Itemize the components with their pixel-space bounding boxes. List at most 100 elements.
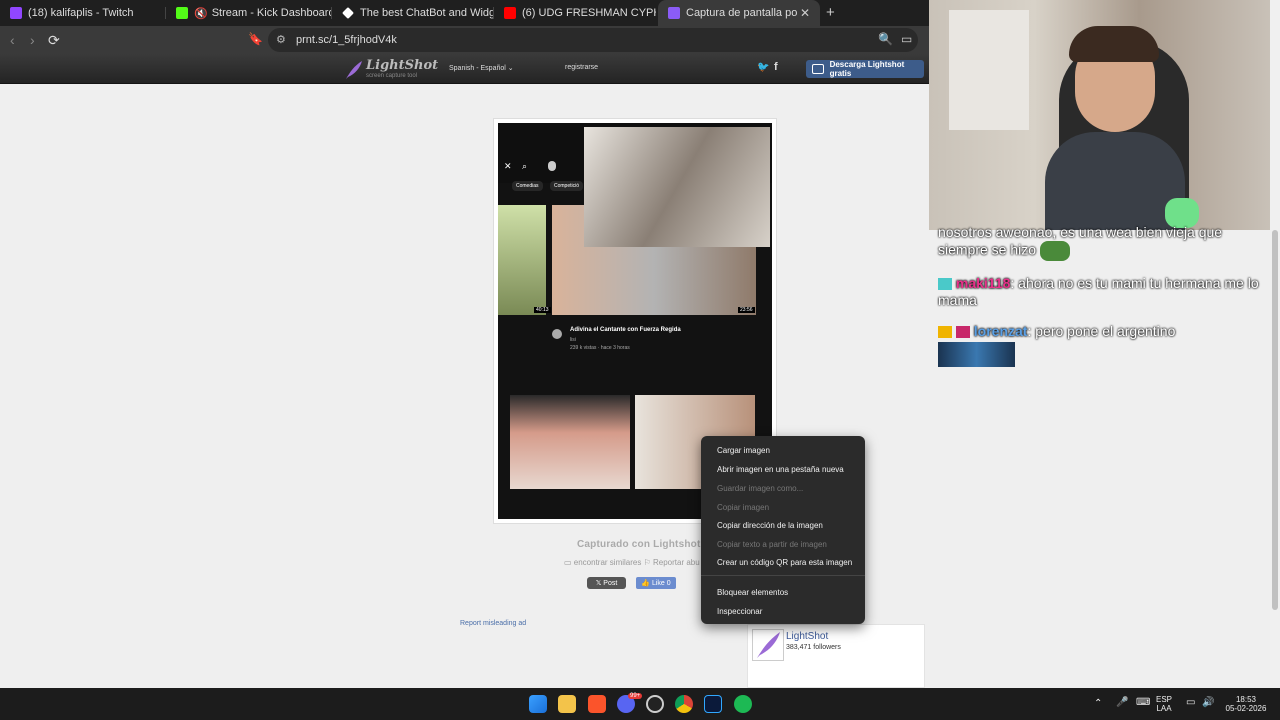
tab-label: Captura de pantalla por Lightsh bbox=[686, 7, 798, 19]
zoom-icon[interactable]: 🔍 bbox=[878, 32, 893, 46]
menu-divider bbox=[701, 575, 865, 576]
brand-tagline: screen capture tool bbox=[366, 73, 418, 79]
youtube-icon bbox=[504, 7, 516, 19]
clock[interactable]: 18:53 05-02-2026 bbox=[1222, 695, 1270, 713]
lightshot-logo[interactable]: LightShot screen capture tool bbox=[344, 58, 438, 82]
crown-badge-icon bbox=[938, 326, 952, 339]
download-lightshot-button[interactable]: Descarga Lightshot gratis bbox=[806, 60, 924, 78]
chrome-icon[interactable] bbox=[675, 695, 693, 713]
keyboard-icon[interactable]: ⌨ bbox=[1136, 697, 1150, 708]
tab-label: The best ChatBot and Widgets for Ki bbox=[360, 7, 494, 19]
close-tab-icon[interactable]: ✕ bbox=[800, 6, 810, 20]
tab-label: (6) UDG FRESHMAN CYPHER 2026 - bbox=[522, 7, 656, 19]
menu-block-elements[interactable]: Bloquear elementos bbox=[717, 588, 788, 597]
bookmark-icon[interactable]: 🔖 bbox=[248, 32, 263, 46]
scrollbar-thumb[interactable] bbox=[1272, 230, 1278, 610]
feather-icon bbox=[668, 7, 680, 19]
reload-icon[interactable]: ⟳ bbox=[48, 32, 60, 49]
streamer-hair bbox=[1069, 26, 1159, 62]
language-indicator[interactable]: ESP LAA bbox=[1156, 695, 1172, 713]
fb-like-button[interactable]: 👍 Like 0 bbox=[636, 577, 676, 589]
windows-taskbar: 99+ ⌃ 🎤 ⌨ ESP LAA ▭ 🔊 18:53 05-02-2026 bbox=[0, 688, 1280, 720]
forward-icon[interactable]: › bbox=[30, 32, 35, 48]
photoshop-icon[interactable] bbox=[704, 695, 722, 713]
context-menu: Cargar imagen Abrir imagen en una pestañ… bbox=[701, 436, 865, 624]
notification-badge: 99+ bbox=[628, 693, 643, 699]
chat-message: lorenzat: pero pone el argentino bbox=[938, 323, 1268, 340]
tab-twitch[interactable]: (18) kalifaplis - Twitch bbox=[0, 0, 166, 26]
captured-with-text: Capturado con Lightshot bbox=[577, 539, 701, 550]
volume-icon[interactable]: 🔊 bbox=[1202, 697, 1214, 708]
kick-icon bbox=[176, 7, 188, 19]
menu-load-image[interactable]: Cargar imagen bbox=[717, 446, 770, 455]
back-icon[interactable]: ‹ bbox=[10, 32, 15, 48]
site-info-icon[interactable]: ⚙ bbox=[276, 33, 286, 46]
fb-followers: 383,471 followers bbox=[786, 644, 841, 651]
windows-start-icon[interactable] bbox=[529, 695, 547, 713]
image-links[interactable]: ▭ encontrar similares ⚐ Reportar abu bbox=[564, 558, 700, 567]
menu-create-qr-code[interactable]: Crear un código QR para esta imagen bbox=[717, 558, 852, 567]
chat-emote-image bbox=[938, 342, 1015, 367]
brave-browser-icon[interactable] bbox=[588, 695, 606, 713]
menu-copy-image-address[interactable]: Copiar dirección de la imagen bbox=[717, 521, 823, 530]
search-icon: ⌕ bbox=[522, 161, 528, 171]
menu-open-image-new-tab[interactable]: Abrir imagen en una pestaña nueva bbox=[717, 465, 844, 474]
file-explorer-icon[interactable] bbox=[558, 695, 576, 713]
tab-youtube[interactable]: (6) UDG FRESHMAN CYPHER 2026 - bbox=[494, 0, 656, 26]
facebook-page-widget[interactable]: LightShot 383,471 followers bbox=[747, 624, 925, 688]
mic-icon bbox=[548, 161, 556, 171]
chat-message: nosotros aweonao, es una wea bien vieja … bbox=[938, 224, 1238, 261]
tab-kick[interactable]: 🔇 Stream - Kick Dashboard bbox=[166, 0, 332, 26]
address-bar[interactable]: ⚙ prnt.sc/1_5frjhodV4k bbox=[268, 28, 918, 52]
register-link[interactable]: registrarse bbox=[565, 64, 598, 71]
new-tab-button[interactable]: + bbox=[826, 4, 835, 21]
subscriber-badge-icon bbox=[955, 326, 970, 339]
report-ad-link[interactable]: Report misleading ad bbox=[460, 620, 526, 627]
fb-page-name[interactable]: LightShot bbox=[786, 631, 828, 642]
diamond-icon bbox=[342, 7, 354, 19]
video-channel: lisi bbox=[570, 337, 576, 343]
chat-badge-icon bbox=[938, 278, 952, 291]
webcam-overlay bbox=[929, 0, 1280, 230]
tab-lightshot[interactable]: Captura de pantalla por Lightsh ✕ bbox=[658, 0, 820, 26]
video-title: Adivina el Cantante con Fuerza Regida bbox=[570, 327, 681, 333]
close-icon: ✕ bbox=[504, 161, 512, 171]
mute-icon: 🔇 bbox=[194, 7, 208, 20]
tray-chevron-icon[interactable]: ⌃ bbox=[1094, 698, 1102, 709]
streamer-hoodie bbox=[1045, 132, 1185, 230]
facebook-icon[interactable]: f bbox=[774, 61, 778, 73]
pepe-emote-icon bbox=[1039, 241, 1070, 261]
spotify-icon[interactable] bbox=[734, 695, 752, 713]
tab-strip: (18) kalifaplis - Twitch 🔇 Stream - Kick… bbox=[0, 0, 930, 26]
embedded-webcam bbox=[584, 127, 770, 247]
menu-copy-image: Copiar imagen bbox=[717, 503, 770, 512]
url-text: prnt.sc/1_5frjhodV4k bbox=[296, 34, 397, 46]
chip-comedias: Comedias bbox=[512, 181, 543, 191]
chip-competicion: Competició bbox=[550, 181, 584, 191]
x-post-button[interactable]: 𝕏 Post bbox=[587, 577, 626, 589]
thumbnail-bottom-left bbox=[510, 395, 630, 489]
microphone-icon[interactable]: 🎤 bbox=[1116, 697, 1128, 708]
tab-label: Stream - Kick Dashboard bbox=[211, 7, 332, 19]
screen-icon[interactable]: ▭ bbox=[901, 32, 912, 46]
obs-icon[interactable] bbox=[646, 695, 664, 713]
tab-chatbot[interactable]: The best ChatBot and Widgets for Ki bbox=[332, 0, 494, 26]
menu-inspect[interactable]: Inspeccionar bbox=[717, 607, 762, 616]
language-select[interactable]: Spanish - Español ⌄ bbox=[449, 64, 514, 72]
twitter-icon[interactable]: 🐦 bbox=[757, 62, 769, 73]
channel-avatar bbox=[552, 329, 562, 339]
menu-save-image-as: Guardar imagen como... bbox=[717, 484, 804, 493]
lightshot-header: LightShot screen capture tool Spanish - … bbox=[0, 54, 930, 84]
feather-logo-icon bbox=[346, 61, 362, 79]
tab-label: (18) kalifaplis - Twitch bbox=[28, 7, 134, 19]
download-icon bbox=[812, 64, 824, 74]
video-meta: 239 k vistas · hace 3 horas bbox=[570, 345, 630, 351]
window-background bbox=[949, 10, 1029, 130]
chat-message: maki118: ahora no es tu mami tu hermana … bbox=[938, 275, 1259, 308]
brand-name: LightShot bbox=[366, 58, 439, 73]
browser-toolbar: ‹ › ⟳ 🔖 ⚙ prnt.sc/1_5frjhodV4k 🔍 ▭ bbox=[0, 26, 930, 54]
twitch-icon bbox=[10, 7, 22, 19]
menu-copy-text-from-image: Copiar texto a partir de imagen bbox=[717, 540, 827, 549]
network-icon[interactable]: ▭ bbox=[1186, 697, 1195, 708]
thumbnail-left bbox=[498, 205, 546, 315]
